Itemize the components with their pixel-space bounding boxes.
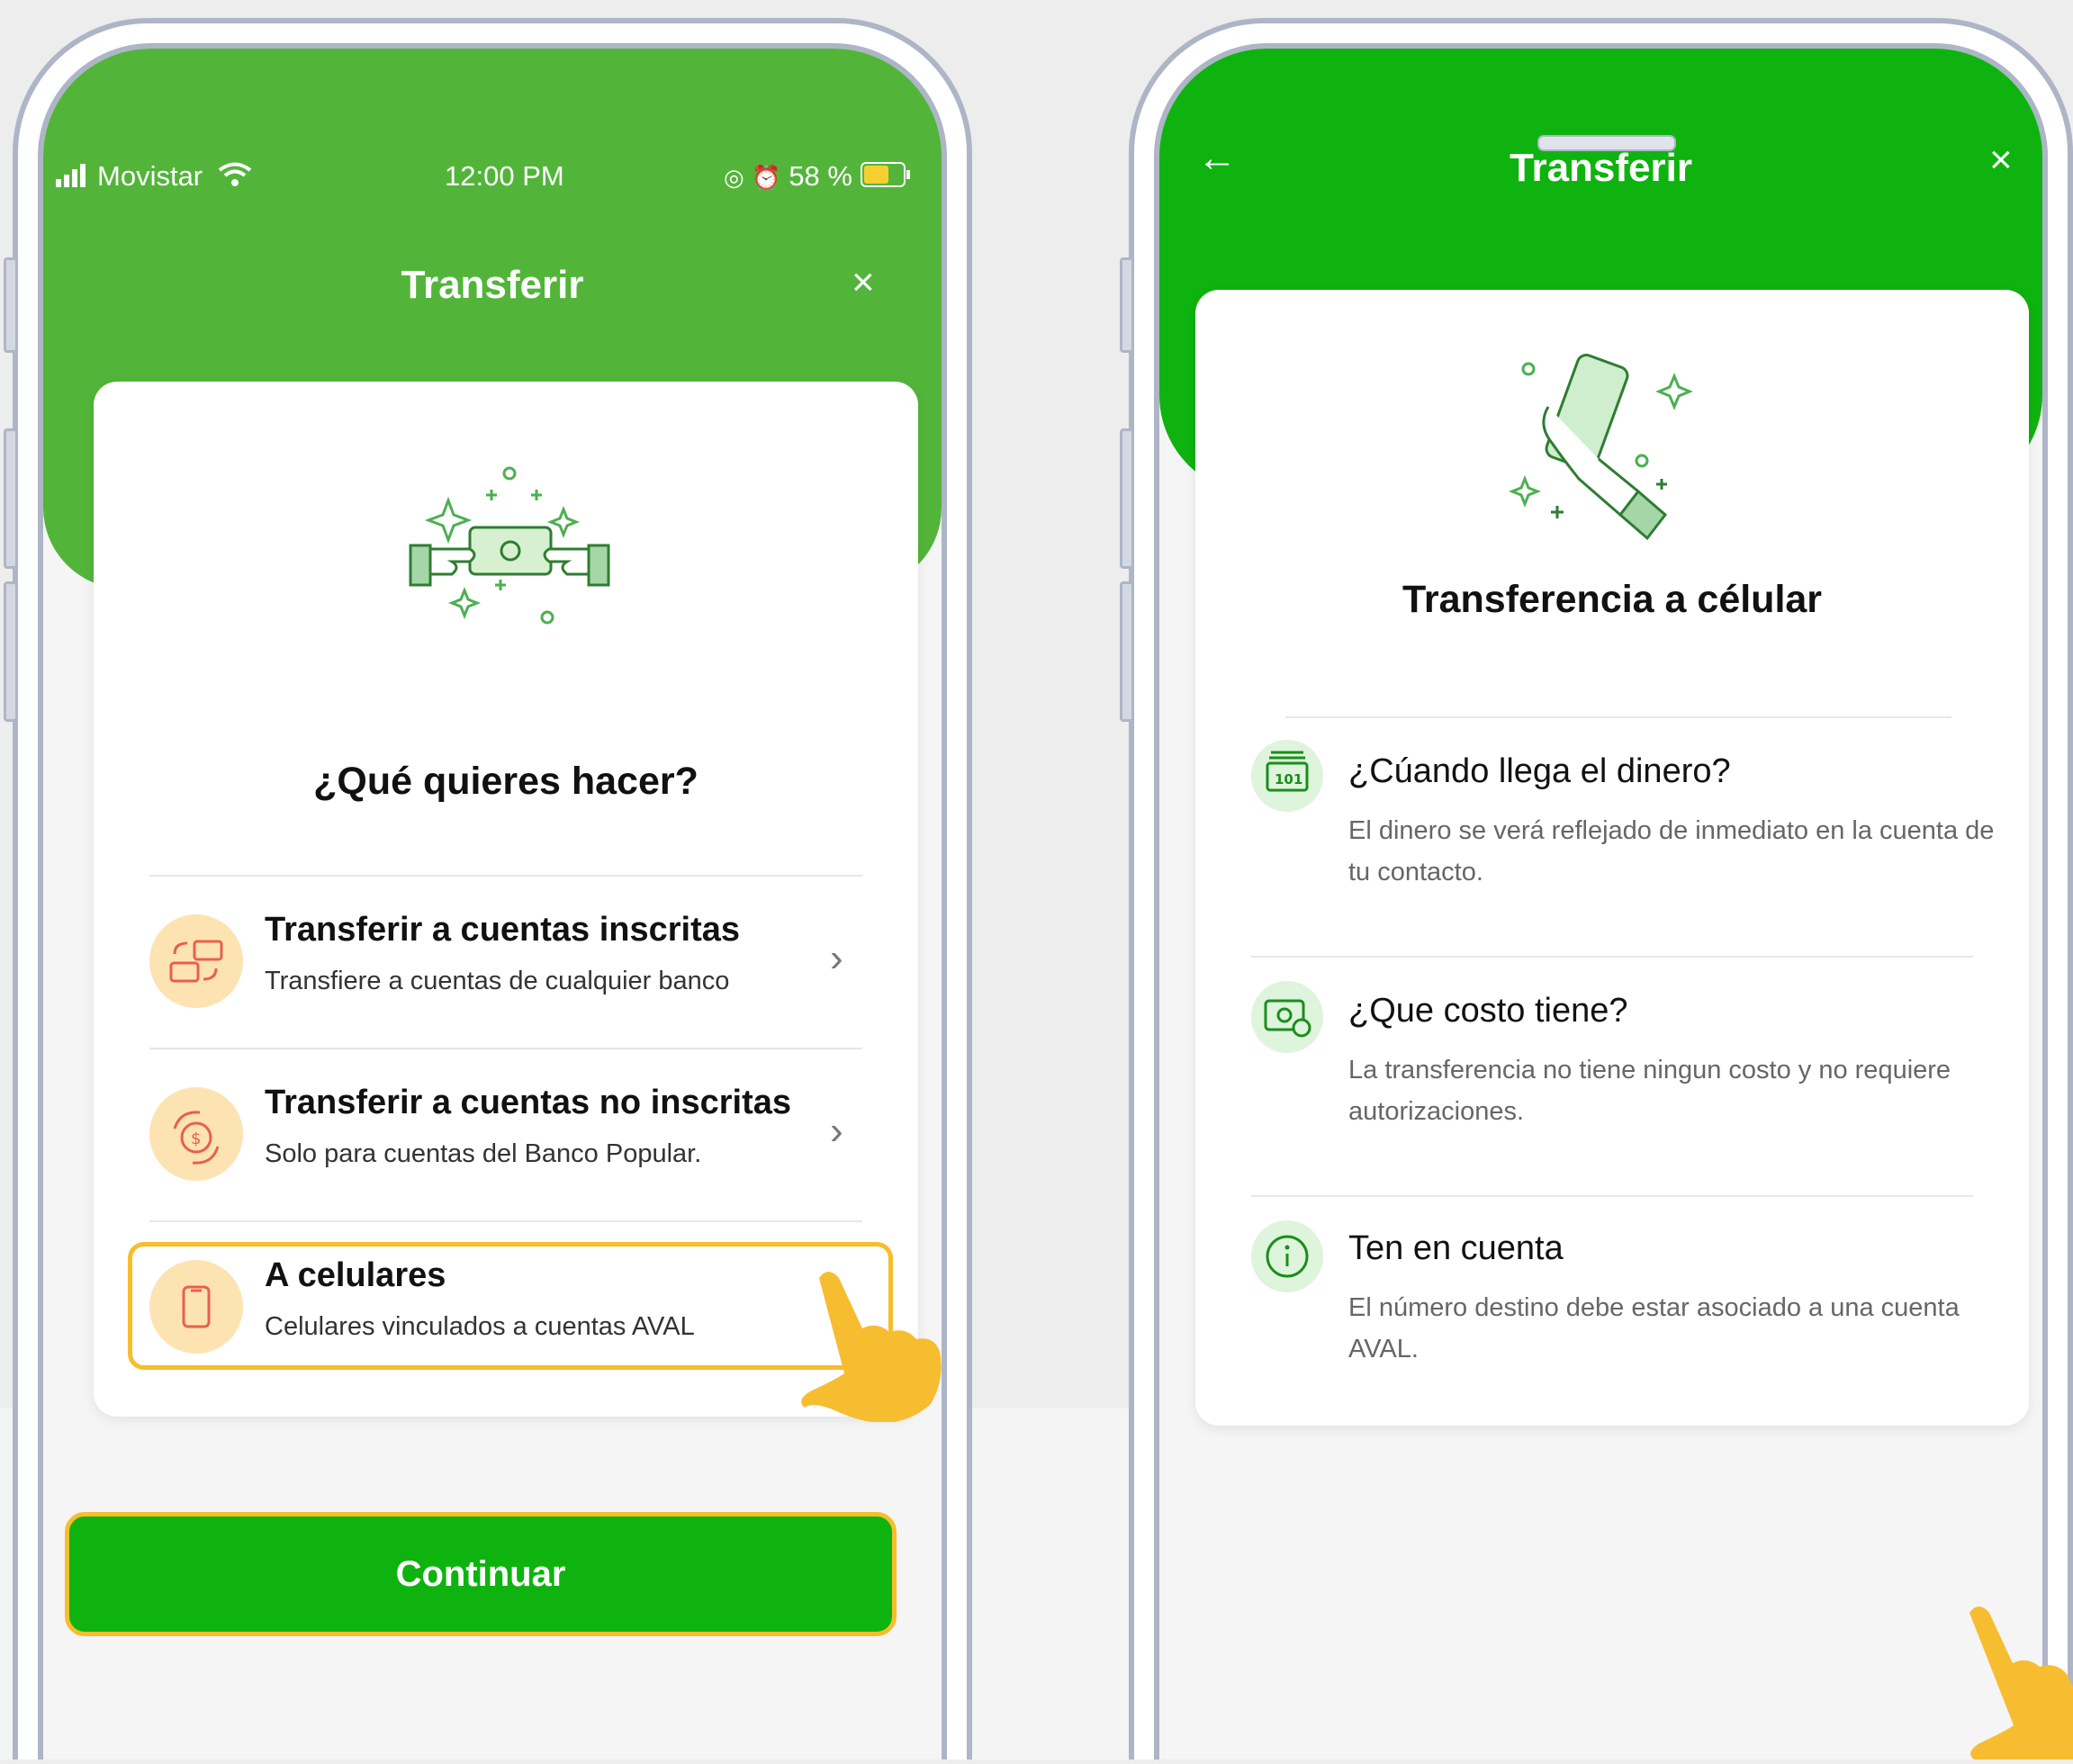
info-icon	[1251, 1220, 1323, 1292]
info-title: Ten en cuenta	[1348, 1229, 1564, 1267]
coin-exchange-icon: $	[149, 1087, 243, 1181]
cost-icon	[1251, 981, 1323, 1053]
close-button[interactable]: ×	[1989, 140, 2013, 180]
continue-button[interactable]: Continuar	[65, 1512, 897, 1636]
status-carrier: Movistar	[56, 160, 252, 194]
screen-left: Movistar 12:00 PM ◎ ⏰ 58 % Transferir ×	[38, 43, 947, 1760]
phone-side-button	[4, 257, 18, 353]
phone-in-hand-illustration	[1507, 344, 1705, 551]
divider	[1285, 716, 1951, 718]
pointing-hand-icon	[792, 1260, 945, 1423]
option-subtitle: Transfiere a cuentas de cualquier banco	[265, 967, 730, 995]
status-right: ◎ ⏰ 58 %	[724, 160, 911, 194]
cash-icon: 101	[1251, 740, 1323, 812]
question-heading: ¿Qué quieres hacer?	[313, 760, 699, 803]
transfer-accounts-icon	[149, 914, 243, 1008]
phone-side-button	[4, 581, 18, 722]
money-hands-illustration	[401, 463, 617, 643]
info-title: ¿Cúando llega el dinero?	[1348, 752, 1731, 790]
highlight-frame	[128, 1242, 893, 1370]
alarm-icon: ⏰	[752, 164, 781, 191]
divider	[149, 875, 862, 877]
svg-text:$: $	[191, 1130, 201, 1148]
wifi-icon	[218, 162, 252, 194]
chevron-right-icon: ›	[830, 1109, 843, 1153]
phone-frame-right: ← Transferir × Transferencia a célular 1…	[1120, 18, 2073, 1760]
screen-right: ← Transferir × Transferencia a célular 1…	[1154, 43, 2048, 1760]
signal-icon	[56, 162, 92, 194]
divider	[149, 1220, 862, 1222]
info-body: El número destino debe estar asociado a …	[1348, 1293, 1960, 1364]
info-card: Transferencia a célular 101 ¿Cúando lleg…	[1195, 290, 2029, 1426]
phone-frame-left: Movistar 12:00 PM ◎ ⏰ 58 % Transferir ×	[4, 18, 972, 1760]
page-title: Transferir	[401, 263, 584, 307]
info-body: La transferencia no tiene ningun costo y…	[1348, 1056, 1951, 1126]
option-transfer-unregistered[interactable]: $ Transferir a cuentas no inscritas Solo…	[94, 1064, 918, 1199]
option-transfer-registered[interactable]: Transferir a cuentas inscritas Transfier…	[94, 891, 918, 1026]
info-body: El dinero se verá reflejado de inmediato…	[1348, 816, 1995, 886]
chevron-right-icon: ›	[830, 936, 843, 980]
phone-side-button	[1120, 581, 1134, 722]
page-title: Transferir	[1510, 146, 1692, 190]
status-time: 12:00 PM	[445, 160, 564, 192]
divider	[1251, 1195, 1973, 1197]
pointing-hand-icon	[1953, 1602, 2073, 1760]
info-title: ¿Que costo tiene?	[1348, 992, 1628, 1030]
divider	[149, 1048, 862, 1049]
option-title: Transferir a cuentas inscritas	[265, 911, 741, 949]
phone-side-button	[4, 428, 18, 569]
phone-side-button	[1120, 428, 1134, 569]
info-heading: Transferencia a célular	[1402, 578, 1823, 621]
svg-text:101: 101	[1275, 771, 1302, 788]
divider	[1251, 956, 1973, 958]
lock-rotation-icon: ◎	[724, 164, 744, 191]
option-subtitle: Solo para cuentas del Banco Popular.	[265, 1139, 702, 1168]
phone-side-button	[1120, 257, 1134, 353]
close-button[interactable]: ×	[852, 263, 875, 302]
option-title: Transferir a cuentas no inscritas	[265, 1084, 792, 1121]
battery-icon	[860, 161, 911, 194]
